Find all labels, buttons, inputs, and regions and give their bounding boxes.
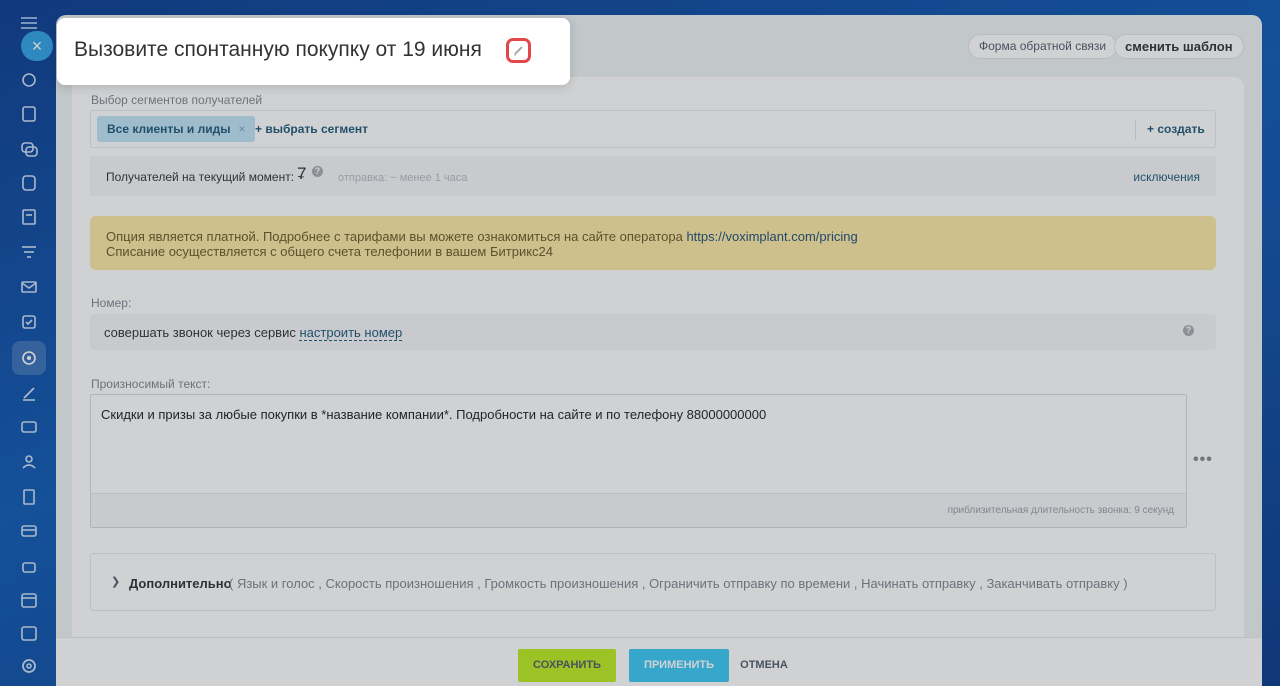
edit-title-button[interactable] [506, 38, 531, 63]
page-title: Вызовите спонтанную покупку от 19 июня [74, 38, 482, 61]
pencil-icon [514, 46, 523, 56]
title-highlight-card: Вызовите спонтанную покупку от 19 июня [57, 18, 570, 85]
dim-overlay [0, 0, 1280, 686]
